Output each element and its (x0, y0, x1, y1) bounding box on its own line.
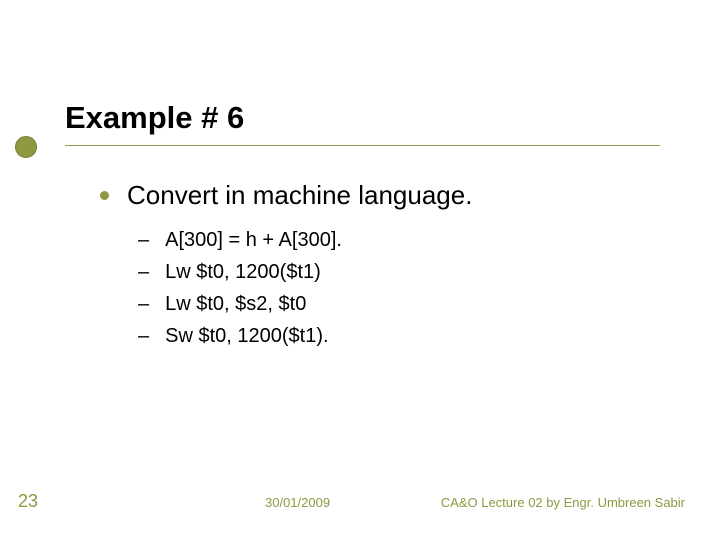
list-item-text: A[300] = h + A[300]. (165, 227, 342, 253)
list-item-level2: – Sw $t0, 1200($t1). (138, 323, 660, 349)
list-item-text: Lw $t0, 1200($t1) (165, 259, 321, 285)
title-underline (65, 145, 660, 146)
slide-title: Example # 6 (65, 100, 244, 136)
list-item-level1: Convert in machine language. (100, 180, 660, 211)
list-item-text: Convert in machine language. (127, 180, 472, 211)
bullet-icon (100, 191, 109, 200)
footer-date: 30/01/2009 (265, 495, 330, 510)
list-item-text: Lw $t0, $s2, $t0 (165, 291, 306, 317)
dash-icon: – (138, 323, 149, 349)
list-item-level2: – A[300] = h + A[300]. (138, 227, 660, 253)
dash-icon: – (138, 291, 149, 317)
content-list: Convert in machine language. – A[300] = … (100, 180, 660, 355)
slide: Example # 6 Convert in machine language.… (0, 0, 720, 540)
dash-icon: – (138, 259, 149, 285)
title-rule-knob (15, 136, 37, 158)
list-item-level2: – Lw $t0, 1200($t1) (138, 259, 660, 285)
title-area: Example # 6 (65, 100, 244, 136)
slide-number: 23 (18, 491, 38, 512)
dash-icon: – (138, 227, 149, 253)
footer-author: CA&O Lecture 02 by Engr. Umbreen Sabir (441, 495, 685, 510)
list-item-level2: – Lw $t0, $s2, $t0 (138, 291, 660, 317)
list-item-text: Sw $t0, 1200($t1). (165, 323, 328, 349)
